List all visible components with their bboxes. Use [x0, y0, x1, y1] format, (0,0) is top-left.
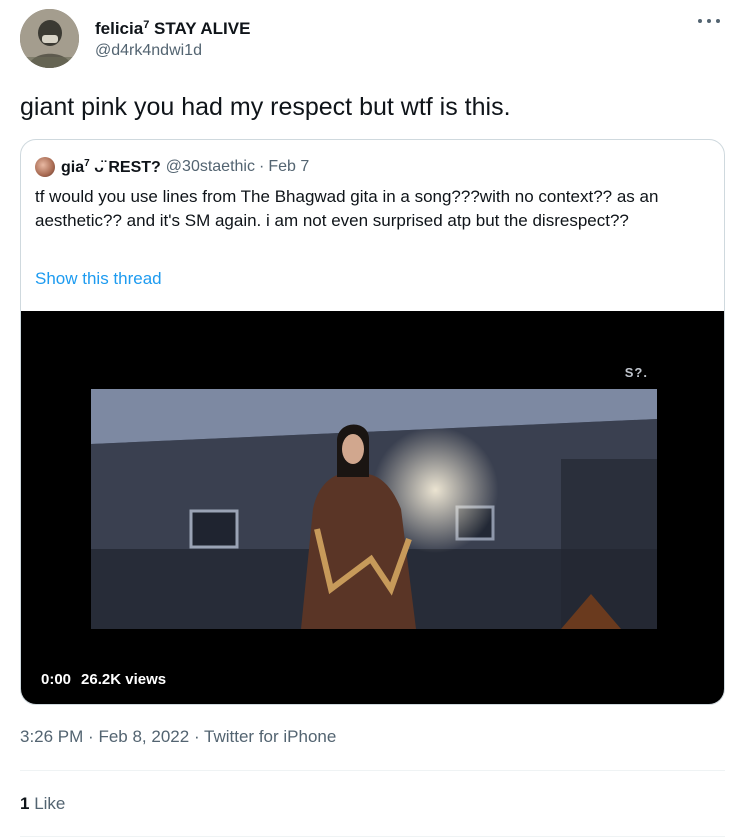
divider: [20, 770, 725, 771]
avatar-image: [20, 9, 79, 68]
quoted-author-handle: @30staethic: [165, 158, 255, 175]
author-info: felicia7 STAY ALIVE @d4rk4ndwi1d: [95, 15, 250, 62]
quoted-tweet-date: Feb 7: [268, 158, 310, 175]
video-time: 0:00: [41, 671, 72, 688]
more-horizontal-icon[interactable]: [698, 13, 720, 29]
tweet-text: giant pink you had my respect but wtf is…: [20, 93, 511, 121]
show-thread-link[interactable]: Show this thread: [35, 267, 162, 291]
video-views: 26.2K views: [81, 671, 167, 688]
tweet-date[interactable]: Feb 8, 2022: [98, 727, 189, 746]
author-avatar[interactable]: [20, 9, 79, 68]
tweet-timestamp: 3:26 PM · Feb 8, 2022 · Twitter for iPho…: [20, 727, 336, 747]
like-count: 1: [20, 794, 30, 813]
quoted-author-avatar: [35, 157, 55, 177]
quoted-tweet[interactable]: gia7 ᴗ̈ REST? @30staethic · Feb 7 tf wou…: [20, 139, 725, 705]
separator-dot: ·: [88, 727, 94, 746]
author-handle[interactable]: @d4rk4ndwi1d: [95, 40, 250, 62]
video-frame: [91, 389, 657, 629]
tweet-time[interactable]: 3:26 PM: [20, 727, 83, 746]
video-meta: 0:00 26.2K views: [41, 671, 166, 688]
quoted-tweet-text: tf would you use lines from The Bhagwad …: [35, 187, 659, 230]
quoted-author-display-name: gia7 ᴗ̈ REST?: [61, 157, 161, 176]
tweet-source[interactable]: Twitter for iPhone: [204, 727, 336, 746]
like-label: Like: [34, 794, 66, 813]
separator-dot: ·: [258, 158, 265, 175]
like-stats[interactable]: 1 Like: [20, 794, 65, 814]
video-watermark: S?.: [624, 365, 648, 380]
video-player[interactable]: S?. 0:00 26.2K views: [21, 311, 724, 704]
separator-dot: ·: [193, 727, 200, 746]
author-display-name[interactable]: felicia7 STAY ALIVE: [95, 15, 250, 39]
quoted-tweet-header: gia7 ᴗ̈ REST? @30staethic · Feb 7: [35, 156, 309, 178]
divider: [20, 836, 725, 837]
tweet-header: felicia7 STAY ALIVE @d4rk4ndwi1d: [20, 9, 720, 69]
